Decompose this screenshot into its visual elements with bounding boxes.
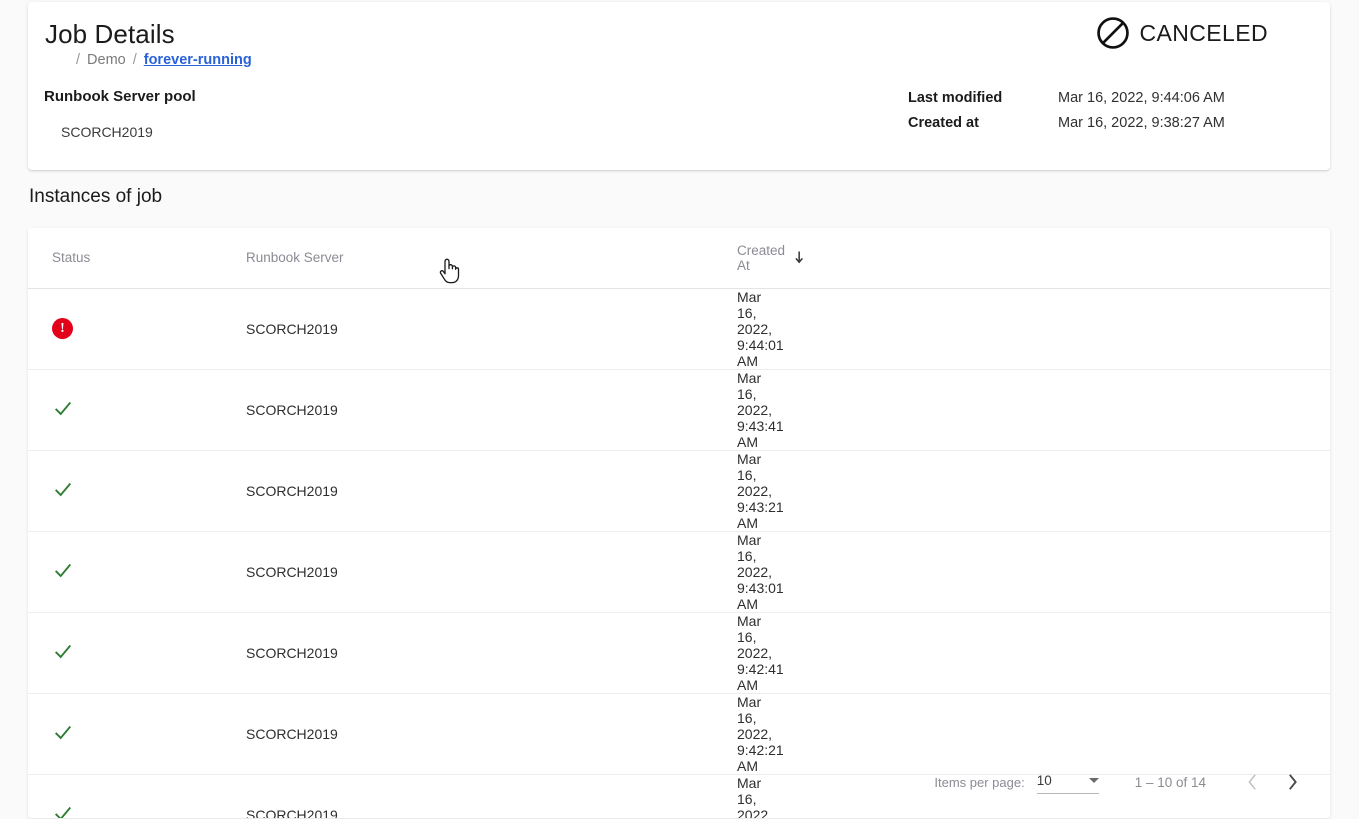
check-icon (52, 802, 74, 818)
check-icon (52, 397, 74, 419)
cell-runbook-server: SCORCH2019 (136, 612, 382, 693)
meta-value-created-at: Mar 16, 2022, 9:38:27 AM (1058, 115, 1225, 131)
cell-created-at: Mar 16, 2022, 9:43:01 AM (382, 531, 746, 612)
column-header-runbook-server-label: Runbook Server (246, 250, 344, 265)
cell-status (28, 612, 136, 693)
meta-key-created-at: Created at (908, 115, 1058, 131)
sort-arrow-down-icon (794, 250, 804, 265)
cell-status (28, 693, 136, 774)
chevron-left-icon (1247, 773, 1258, 791)
table-row[interactable]: SCORCH2019Mar 16, 2022, 9:43:41 AMMar 16… (28, 369, 1330, 450)
column-header-runbook-server[interactable]: Runbook Server (136, 228, 382, 288)
cell-completed-at: Mar 16, 2022, 9:43:01 AM (746, 612, 1112, 693)
sort-control-created-at[interactable]: Created At (737, 243, 804, 273)
check-icon (52, 559, 74, 581)
cell-actions: i (1112, 531, 1330, 612)
cell-actions: i (1112, 450, 1330, 531)
job-meta-list: Last modified Mar 16, 2022, 9:44:06 AM C… (908, 90, 1225, 131)
error-circle-icon: ! (52, 318, 73, 339)
column-header-created-at-label: Created At (737, 243, 788, 273)
status-badge-label: CANCELED (1140, 20, 1268, 47)
cell-actions: i (1112, 369, 1330, 450)
column-header-status[interactable]: Status (28, 228, 136, 288)
cell-created-at: Mar 16, 2022, 9:43:21 AM (382, 450, 746, 531)
cell-created-at: Mar 16, 2022, 9:42:21 AM (382, 693, 746, 774)
table-row[interactable]: SCORCH2019Mar 16, 2022, 9:42:41 AMMar 16… (28, 612, 1330, 693)
status-badge: CANCELED (1096, 16, 1268, 50)
table-body: !SCORCH2019Mar 16, 2022, 9:44:01 AMMar 1… (28, 288, 1330, 818)
table-head: Status Runbook Server Created At (28, 228, 1330, 288)
next-page-button[interactable] (1272, 762, 1312, 802)
cell-completed-at: Mar 16, 2022, 9:44:13 AM (746, 288, 1112, 369)
cell-status: ! (28, 288, 136, 369)
cell-created-at: Mar 16, 2022, 9:43:41 AM (382, 369, 746, 450)
table-row[interactable]: ! SCORCH2019Mar 16, 2022, 9:44:01 AMMar 1… (28, 288, 1330, 369)
check-icon (52, 478, 74, 500)
breadcrumb-separator-2: / (133, 52, 137, 68)
job-details-card: Job Details / Demo / forever-running Run… (28, 2, 1330, 170)
chevron-down-icon (1089, 778, 1099, 783)
breadcrumb-separator-1: / (76, 52, 80, 68)
cell-created-at: Mar 16, 2022, 9:42:41 AM (382, 612, 746, 693)
meta-key-last-modified: Last modified (908, 90, 1058, 106)
section-title-instances: Instances of job (29, 186, 162, 208)
cell-actions: i (1112, 288, 1330, 369)
meta-value-last-modified: Mar 16, 2022, 9:44:06 AM (1058, 90, 1225, 106)
cell-status (28, 369, 136, 450)
cell-status (28, 774, 136, 818)
cell-completed-at: Mar 16, 2022, 9:43:41 AM (746, 450, 1112, 531)
cell-status (28, 450, 136, 531)
cell-completed-at: Mar 16, 2022, 9:43:21 AM (746, 531, 1112, 612)
cell-runbook-server: SCORCH2019 (136, 774, 382, 818)
cell-status (28, 531, 136, 612)
breadcrumb-item-demo[interactable]: Demo (87, 52, 126, 68)
cell-completed-at: Mar 16, 2022, 9:44:01 AM (746, 369, 1112, 450)
cell-runbook-server: SCORCH2019 (136, 531, 382, 612)
runbook-server-pool-value: SCORCH2019 (61, 124, 153, 140)
cell-created-at: Mar 16, 2022, 9:42:01 AM (382, 774, 746, 818)
cell-runbook-server: SCORCH2019 (136, 450, 382, 531)
breadcrumb: / Demo / forever-running (76, 52, 252, 68)
column-header-created-at[interactable]: Created At (382, 228, 746, 288)
table-row[interactable]: SCORCH2019Mar 16, 2022, 9:43:21 AMMar 16… (28, 450, 1330, 531)
cell-created-at: Mar 16, 2022, 9:44:01 AM (382, 288, 746, 369)
check-icon (52, 640, 74, 662)
breadcrumb-item-forever-running[interactable]: forever-running (144, 52, 252, 68)
column-header-actions: Actions (1112, 228, 1330, 288)
job-details-page: Job Details / Demo / forever-running Run… (0, 0, 1359, 819)
table-row[interactable]: SCORCH2019Mar 16, 2022, 9:43:01 AMMar 16… (28, 531, 1330, 612)
cell-runbook-server: SCORCH2019 (136, 288, 382, 369)
runbook-server-pool-label: Runbook Server pool (44, 88, 196, 105)
cell-runbook-server: SCORCH2019 (136, 693, 382, 774)
check-icon (52, 721, 74, 743)
paginator: Items per page: 10 1 – 10 of 14 (934, 756, 1312, 808)
instances-table-card: Status Runbook Server Created At (28, 228, 1330, 818)
column-header-status-label: Status (52, 250, 90, 265)
block-circle-icon (1096, 16, 1130, 50)
items-per-page-select[interactable]: 10 (1037, 770, 1099, 794)
items-per-page-label: Items per page: (934, 775, 1024, 790)
instances-table: Status Runbook Server Created At (28, 228, 1330, 818)
chevron-right-icon (1287, 773, 1298, 791)
previous-page-button[interactable] (1232, 762, 1272, 802)
cell-runbook-server: SCORCH2019 (136, 369, 382, 450)
pagination-range-label: 1 – 10 of 14 (1135, 775, 1206, 790)
page-title: Job Details (45, 19, 175, 50)
items-per-page-value: 10 (1037, 773, 1052, 788)
table-header-row: Status Runbook Server Created At (28, 228, 1330, 288)
cell-actions: i (1112, 612, 1330, 693)
